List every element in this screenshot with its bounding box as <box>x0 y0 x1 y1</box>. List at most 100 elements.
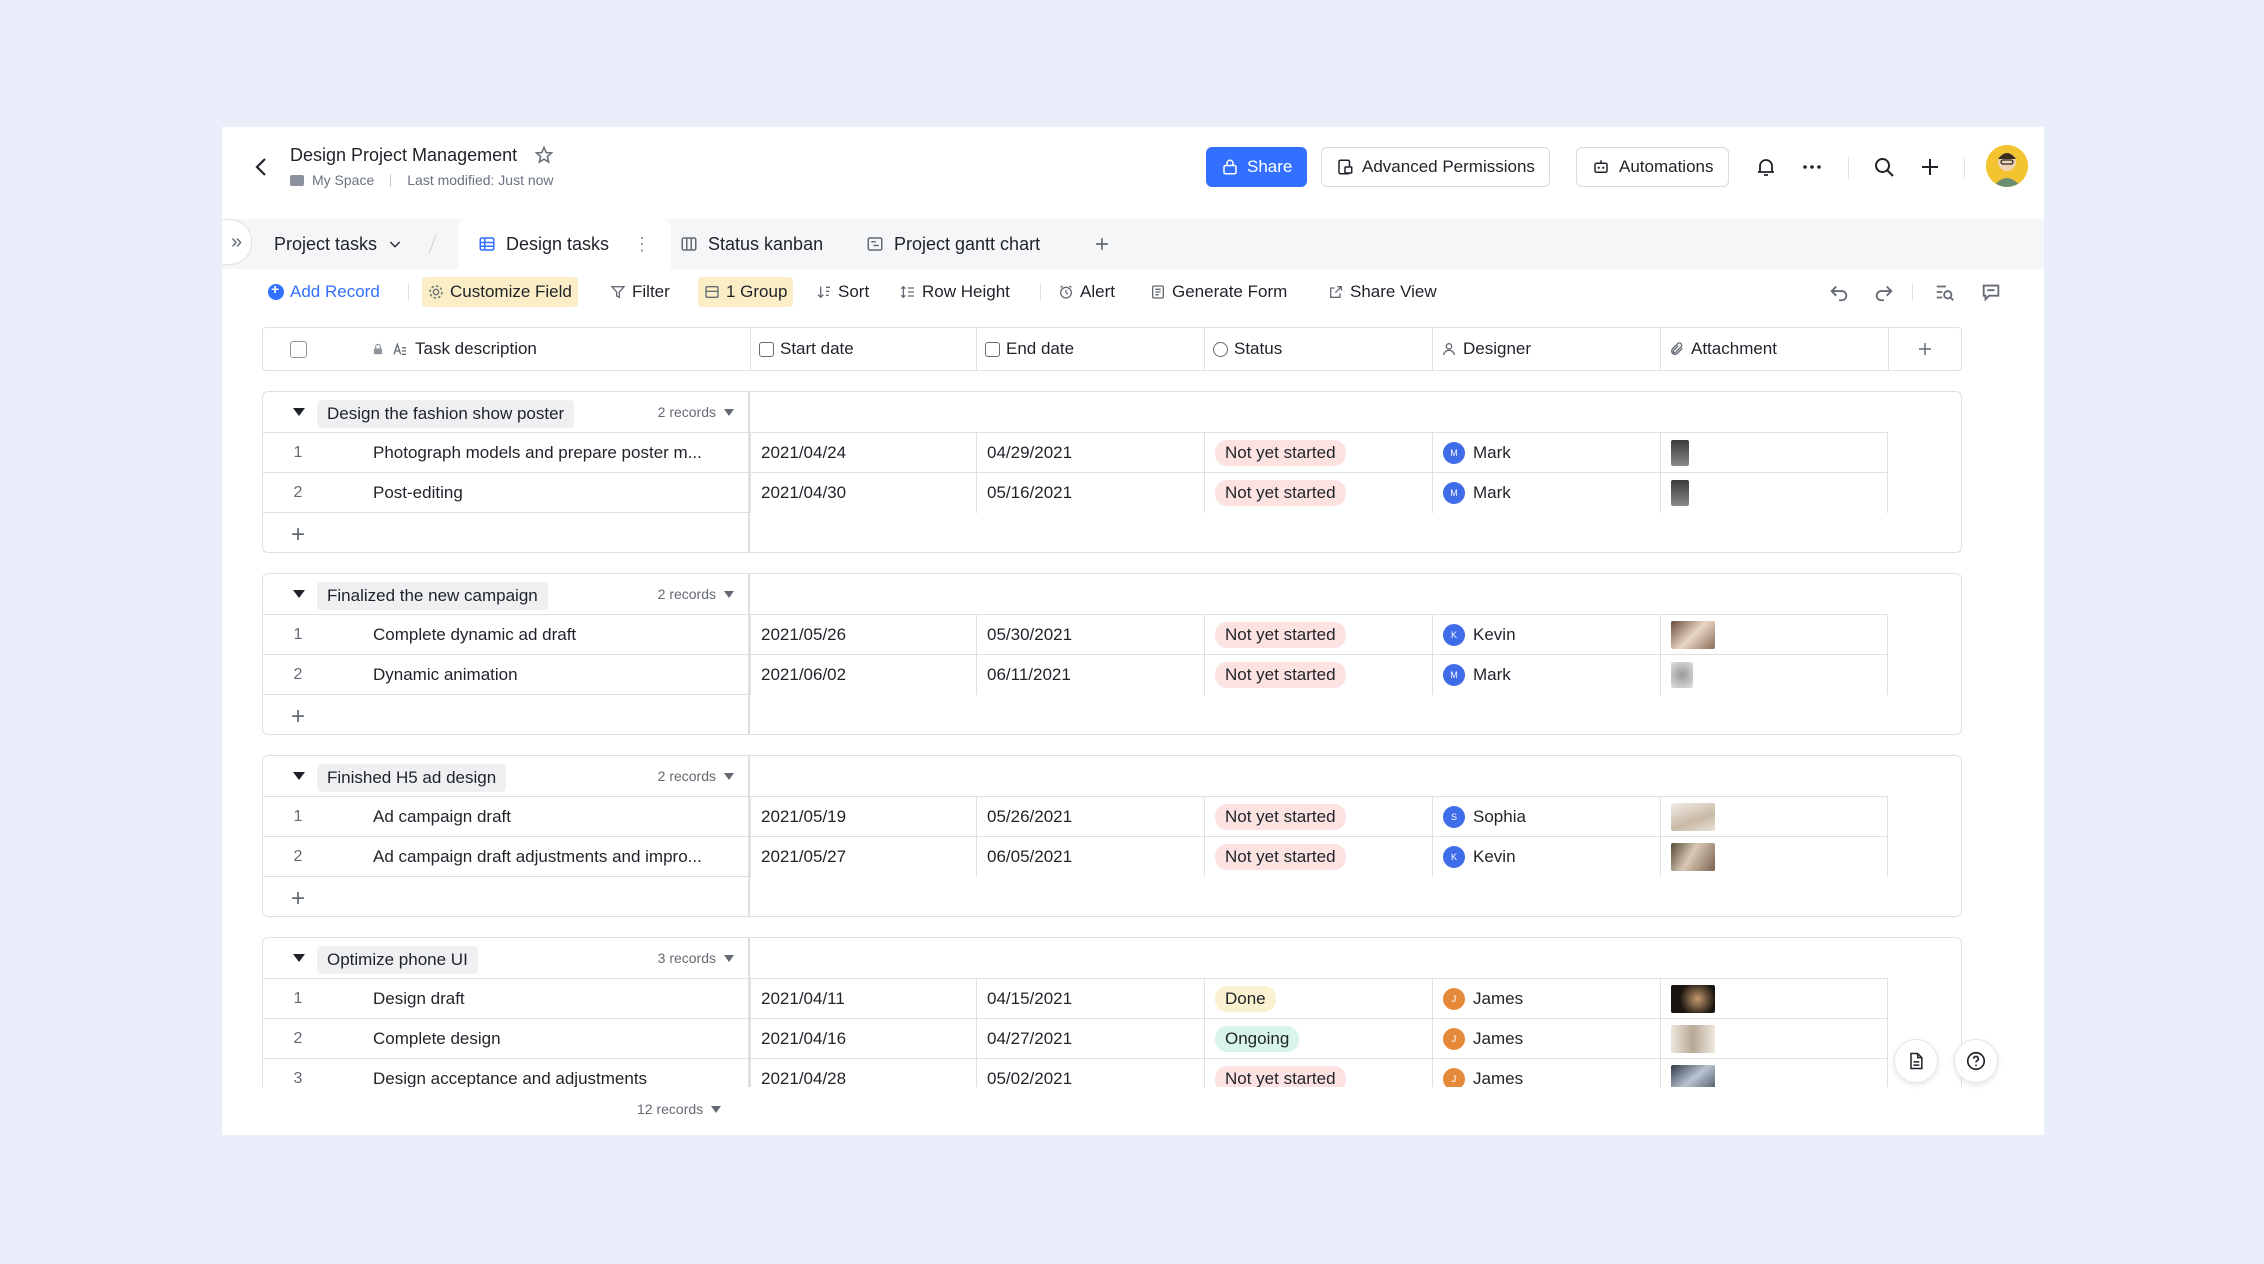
attachment-thumbnail[interactable] <box>1671 1025 1715 1053</box>
start-date-cell[interactable]: 2021/04/16 <box>750 1019 976 1059</box>
attachment-cell[interactable] <box>1660 615 1888 655</box>
help-button[interactable] <box>1954 1039 1998 1083</box>
end-date-cell[interactable]: 05/30/2021 <box>976 615 1204 655</box>
status-cell[interactable]: Not yet started <box>1204 615 1432 655</box>
start-date-cell[interactable]: 2021/04/30 <box>750 473 976 513</box>
attachment-cell[interactable] <box>1660 837 1888 877</box>
table-row[interactable]: 1 Complete dynamic ad draft 2021/05/26 0… <box>263 614 1888 655</box>
generate-form-button[interactable]: Generate Form <box>1144 277 1293 307</box>
table-row[interactable]: 1 Design draft 2021/04/11 04/15/2021 Don… <box>263 978 1888 1019</box>
status-cell[interactable]: Not yet started <box>1204 433 1432 473</box>
table-row[interactable]: 2 Dynamic animation 2021/06/02 06/11/202… <box>263 654 1888 695</box>
redo-icon[interactable] <box>1873 281 1895 303</box>
attachment-thumbnail[interactable] <box>1671 985 1715 1013</box>
row-height-button[interactable]: Row Height <box>894 277 1016 307</box>
column-start-date[interactable]: Start date <box>750 328 976 370</box>
start-date-cell[interactable]: 2021/04/24 <box>750 433 976 473</box>
total-records[interactable]: 12 records <box>637 1101 722 1117</box>
attachment-cell[interactable] <box>1660 979 1888 1019</box>
collapse-caret-icon[interactable] <box>293 954 305 962</box>
designer-cell[interactable]: K Kevin <box>1432 615 1660 655</box>
collapse-caret-icon[interactable] <box>293 408 305 416</box>
table-row[interactable]: 2 Complete design 2021/04/16 04/27/2021 … <box>263 1018 1888 1059</box>
group-count[interactable]: 2 records <box>658 768 734 784</box>
customize-field-button[interactable]: Customize Field <box>422 277 578 307</box>
more-icon[interactable] <box>1800 155 1824 179</box>
task-cell[interactable]: Ad campaign draft adjustments and impro.… <box>363 837 748 877</box>
start-date-cell[interactable]: 2021/06/02 <box>750 655 976 695</box>
undo-icon[interactable] <box>1828 281 1850 303</box>
column-designer[interactable]: Designer <box>1432 328 1660 370</box>
group-button[interactable]: 1 Group <box>698 277 794 307</box>
group-header[interactable]: Optimize phone UI 3 records <box>263 938 748 978</box>
task-cell[interactable]: Photograph models and prepare poster m..… <box>363 433 748 473</box>
designer-cell[interactable]: J James <box>1432 979 1660 1019</box>
attachment-cell[interactable] <box>1660 655 1888 695</box>
end-date-cell[interactable]: 05/16/2021 <box>976 473 1204 513</box>
task-cell[interactable]: Complete dynamic ad draft <box>363 615 748 655</box>
designer-cell[interactable]: M Mark <box>1432 433 1660 473</box>
collapse-caret-icon[interactable] <box>293 772 305 780</box>
status-cell[interactable]: Not yet started <box>1204 655 1432 695</box>
search-records-icon[interactable] <box>1934 281 1956 303</box>
attachment-cell[interactable] <box>1660 1019 1888 1059</box>
collapse-caret-icon[interactable] <box>293 590 305 598</box>
sort-button[interactable]: Sort <box>810 277 875 307</box>
add-record-button[interactable]: Add Record <box>262 277 386 307</box>
end-date-cell[interactable]: 06/05/2021 <box>976 837 1204 877</box>
share-button[interactable]: Share <box>1206 147 1308 187</box>
user-avatar[interactable] <box>1986 145 2028 187</box>
group-header[interactable]: Design the fashion show poster 2 records <box>263 392 748 432</box>
designer-cell[interactable]: M Mark <box>1432 655 1660 695</box>
group-header[interactable]: Finalized the new campaign 2 records <box>263 574 748 614</box>
end-date-cell[interactable]: 04/27/2021 <box>976 1019 1204 1059</box>
designer-cell[interactable]: S Sophia <box>1432 797 1660 837</box>
start-date-cell[interactable]: 2021/05/27 <box>750 837 976 877</box>
search-icon[interactable] <box>1872 155 1896 179</box>
status-cell[interactable]: Done <box>1204 979 1432 1019</box>
comment-icon[interactable] <box>1980 281 2002 303</box>
designer-cell[interactable]: K Kevin <box>1432 837 1660 877</box>
back-icon[interactable] <box>250 155 274 179</box>
column-status[interactable]: Status <box>1204 328 1432 370</box>
plus-icon[interactable] <box>1918 155 1942 179</box>
tab-project-gantt-chart[interactable]: Project gantt chart <box>866 219 1040 269</box>
start-date-cell[interactable]: 2021/05/26 <box>750 615 976 655</box>
alert-button[interactable]: Alert <box>1052 277 1121 307</box>
add-row-button[interactable]: + <box>263 694 748 734</box>
task-cell[interactable]: Complete design <box>363 1019 748 1059</box>
space-name[interactable]: My Space <box>312 172 374 188</box>
attachment-thumbnail[interactable] <box>1671 843 1715 871</box>
star-icon[interactable] <box>534 145 554 165</box>
group-header[interactable]: Finished H5 ad design 2 records <box>263 756 748 796</box>
add-row-button[interactable]: + <box>263 876 748 916</box>
group-count[interactable]: 3 records <box>658 950 734 966</box>
start-date-cell[interactable]: 2021/04/11 <box>750 979 976 1019</box>
attachment-cell[interactable] <box>1660 473 1888 513</box>
column-end-date[interactable]: End date <box>976 328 1204 370</box>
tab-menu-icon[interactable]: ⋮ <box>633 234 651 255</box>
task-cell[interactable]: Ad campaign draft <box>363 797 748 837</box>
attachment-thumbnail[interactable] <box>1671 621 1715 649</box>
bell-icon[interactable] <box>1754 155 1778 179</box>
attachment-thumbnail[interactable] <box>1671 803 1715 831</box>
table-row[interactable]: 2 Post-editing 2021/04/30 05/16/2021 Not… <box>263 472 1888 513</box>
designer-cell[interactable]: J James <box>1432 1019 1660 1059</box>
attachment-cell[interactable] <box>1660 433 1888 473</box>
end-date-cell[interactable]: 04/29/2021 <box>976 433 1204 473</box>
add-row-button[interactable]: + <box>263 512 748 552</box>
advanced-permissions-button[interactable]: Advanced Permissions <box>1321 147 1550 187</box>
attachment-cell[interactable] <box>1660 797 1888 837</box>
table-selector[interactable]: Project tasks <box>274 219 403 269</box>
tab-status-kanban[interactable]: Status kanban <box>680 219 823 269</box>
designer-cell[interactable]: M Mark <box>1432 473 1660 513</box>
task-cell[interactable]: Design draft <box>363 979 748 1019</box>
attachment-thumbnail[interactable] <box>1671 440 1689 466</box>
add-column-button[interactable] <box>1888 328 1961 370</box>
group-count[interactable]: 2 records <box>658 586 734 602</box>
table-row[interactable]: 1 Photograph models and prepare poster m… <box>263 432 1888 473</box>
share-view-button[interactable]: Share View <box>1322 277 1443 307</box>
status-cell[interactable]: Not yet started <box>1204 837 1432 877</box>
attachment-thumbnail[interactable] <box>1671 480 1689 506</box>
table-row[interactable]: 1 Ad campaign draft 2021/05/19 05/26/202… <box>263 796 1888 837</box>
